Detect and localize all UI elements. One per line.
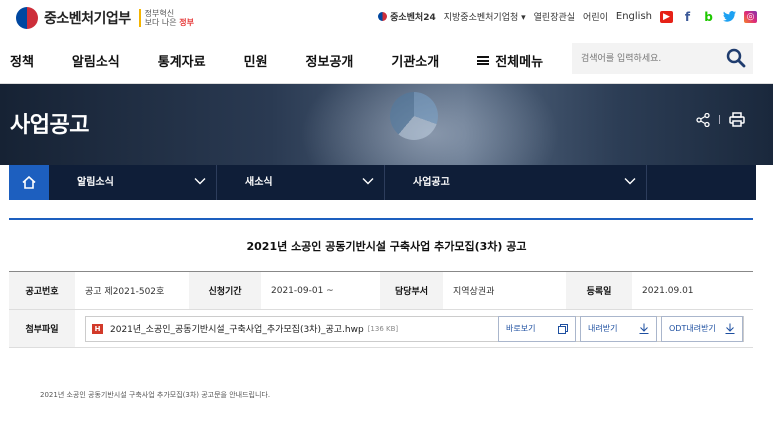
taegeuk-logo-icon [16,7,38,29]
download-label: 내려받기 [588,324,618,333]
main-menu: 정책 알림소식 통계자료 민원 정보공개 기관소개 전체메뉴 [10,51,581,70]
download-icon [725,323,735,334]
util-link-minister[interactable]: 열린장관실 [534,10,575,23]
value-notice-no: 공고 제2021-502호 [75,271,189,310]
preview-label: 바로보기 [506,324,536,333]
nav-item-news[interactable]: 알림소식 [72,51,120,70]
label-attachment: 첨부파일 [9,309,75,348]
location-level2-label: 새소식 [245,177,273,188]
label-reg-date: 등록일 [566,271,632,310]
hwp-file-icon: H [92,323,103,334]
label-notice-no: 공고번호 [9,271,75,310]
home-button[interactable] [9,165,49,200]
label-apply-period: 신청기간 [189,271,261,310]
slogan-top: 정부혁신 [144,9,175,18]
value-apply-period: 2021-09-01 ~ [261,271,380,310]
location-level3-label: 사업공고 [413,177,450,188]
all-menu-label: 전체메뉴 [495,55,544,70]
article-info-table: 공고번호 공고 제2021-502호 신청기간 2021-09-01 ~ 담당부… [9,271,753,348]
logo-text: 중소벤처기업부 [44,11,131,27]
facebook-icon[interactable]: f [681,10,694,24]
odt-download-label: ODT내려받기 [669,324,716,333]
utility-links: 중소벤처24 지방중소벤처기업청 ▾ 열린장관실 어린이 English ▶ f… [370,10,757,24]
window-icon [558,323,568,334]
hero-pie-graphic [390,92,438,140]
download-button[interactable]: 내려받기 [580,315,657,342]
util-link-kids[interactable]: 어린이 [583,10,608,23]
attachment-filename[interactable]: 2021년_소공인_공동기반시설_구축사업_추가모집(3차)_공고.hwp [110,322,364,335]
nav-item-disclosure[interactable]: 정보공개 [306,51,354,70]
global-nav: 정책 알림소식 통계자료 민원 정보공개 기관소개 전체메뉴 [0,36,773,84]
slogan: 정부혁신 보다 나은 정부 [138,9,194,27]
download-icon [639,323,649,334]
location-dropdown-level3[interactable]: 사업공고 [385,165,647,200]
location-dropdown-level1[interactable]: 알림소식 [49,165,217,200]
attachment-cell: H 2021년_소공인_공동기반시설_구축사업_추가모집(3차)_공고.hwp … [75,309,753,348]
hero-tools [696,112,745,127]
location-bar: 알림소식 새소식 사업공고 [9,165,756,200]
blog-icon[interactable]: b [702,10,715,24]
location-dropdown-level2[interactable]: 새소식 [217,165,385,200]
value-dept: 지역상권과 [443,271,566,310]
print-icon[interactable] [729,112,745,127]
hero-banner: 사업공고 [0,84,773,165]
nav-item-civil[interactable]: 민원 [244,51,268,70]
util-link-biz24[interactable]: 중소벤처24 [378,10,436,23]
chevron-down-icon [194,178,206,185]
value-reg-date: 2021.09.01 [632,271,753,310]
share-icon[interactable] [696,112,710,127]
label-dept: 담당부서 [380,271,443,310]
article-title: 2021년 소공인 공동기반시설 구축사업 추가모집(3차) 공고 [246,240,527,253]
nav-item-about[interactable]: 기관소개 [391,51,439,70]
odt-download-button[interactable]: ODT내려받기 [661,315,743,342]
youtube-icon[interactable]: ▶ [660,10,673,23]
article-body: 2021년 소공인 공동기반시설 구축사업 추가모집(3차) 공고문을 안내드립… [40,391,271,399]
util-link-label: 중소벤처24 [390,13,436,23]
info-row: 공고번호 공고 제2021-502호 신청기간 2021-09-01 ~ 담당부… [9,271,753,310]
attachment-row: 첨부파일 H 2021년_소공인_공동기반시설_구축사업_추가모집(3차)_공고… [9,309,753,348]
nav-item-policy[interactable]: 정책 [10,51,34,70]
attachment-item: H 2021년_소공인_공동기반시설_구축사업_추가모집(3차)_공고.hwp … [85,315,744,342]
preview-button[interactable]: 바로보기 [498,315,576,342]
attachment-actions: 바로보기 내려받기 ODT내려받기 [494,315,743,342]
nav-item-all-menu[interactable]: 전체메뉴 [477,51,543,70]
home-icon [22,176,36,189]
slogan-main: 보다 나은 [144,18,177,27]
chevron-down-icon [362,178,374,185]
util-link-english[interactable]: English [616,11,652,22]
hamburger-icon [477,56,490,65]
biz24-icon [378,12,388,21]
ministry-logo[interactable]: 중소벤처기업부 정부혁신 보다 나은 정부 [16,7,194,29]
twitter-icon[interactable] [723,11,736,23]
slogan-end: 정부 [179,18,194,27]
search-icon[interactable] [726,48,746,68]
tool-divider [719,115,720,124]
page-title: 사업공고 [10,113,89,138]
instagram-icon[interactable]: ◎ [744,10,757,23]
util-link-regional[interactable]: 지방중소벤처기업청 ▾ [444,10,526,23]
top-header: 중소벤처기업부 정부혁신 보다 나은 정부 중소벤처24 지방중소벤처기업청 ▾… [0,0,773,36]
chevron-down-icon [624,178,636,185]
attachment-filesize: [136 KB] [367,324,399,333]
location-level1-label: 알림소식 [77,177,114,188]
content-top-rule [9,218,753,220]
nav-item-stats[interactable]: 통계자료 [158,51,206,70]
